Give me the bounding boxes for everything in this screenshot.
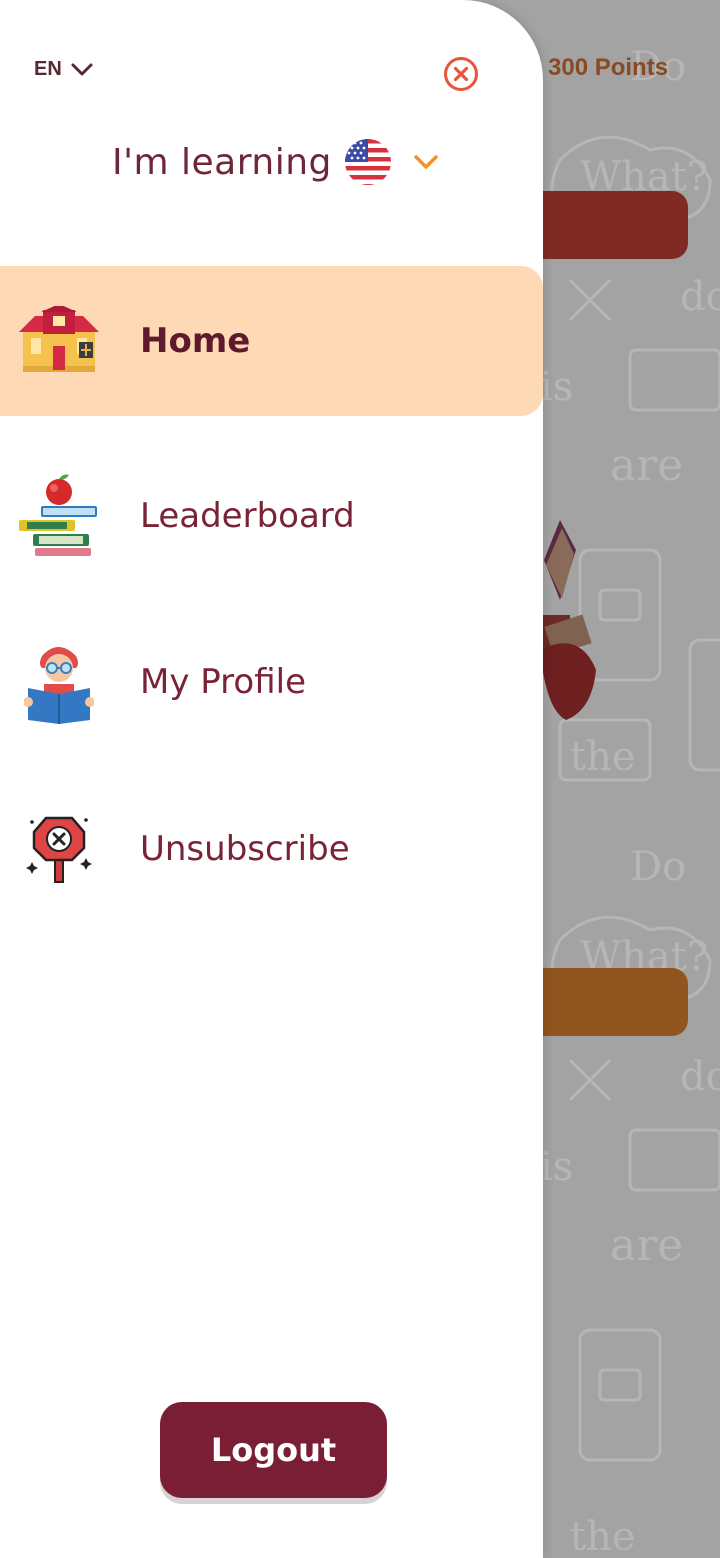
chevron-down-icon xyxy=(71,63,93,75)
points-label: 300 Points xyxy=(548,54,669,81)
learning-language-selector[interactable]: I'm learning xyxy=(112,138,440,186)
svg-text:the: the xyxy=(570,1514,636,1550)
menu-item-home[interactable]: Home xyxy=(0,266,543,416)
drawer-menu: Home Leaderboard My Profile Unsubscribe xyxy=(0,266,543,924)
language-selector[interactable]: EN xyxy=(34,58,94,81)
background-bar-top xyxy=(520,191,688,259)
svg-text:do: do xyxy=(680,1054,720,1100)
menu-item-my-profile[interactable]: My Profile xyxy=(0,607,543,757)
reader-avatar-icon xyxy=(16,639,102,725)
menu-item-label: My Profile xyxy=(140,662,306,702)
menu-item-label: Leaderboard xyxy=(140,496,355,536)
svg-text:the: the xyxy=(570,734,636,780)
language-code: EN xyxy=(34,58,62,80)
menu-item-unsubscribe[interactable]: Unsubscribe xyxy=(0,774,543,924)
svg-text:are: are xyxy=(610,1220,683,1271)
svg-text:are: are xyxy=(610,440,683,491)
svg-text:is: is xyxy=(540,1144,573,1190)
menu-item-leaderboard[interactable]: Leaderboard xyxy=(0,441,543,591)
learning-label: I'm learning xyxy=(112,141,332,183)
background-bar-middle xyxy=(520,968,688,1036)
navigation-drawer: EN I'm learning Home Leaderboard My Prof… xyxy=(0,0,543,1558)
us-flag-icon xyxy=(344,139,391,185)
svg-text:do: do xyxy=(680,274,720,320)
svg-text:Do: Do xyxy=(630,844,686,890)
stop-sign-icon xyxy=(16,806,102,892)
chevron-down-icon xyxy=(414,155,438,169)
school-building-icon xyxy=(16,298,102,384)
menu-item-label: Unsubscribe xyxy=(140,829,350,869)
menu-item-label: Home xyxy=(140,321,251,361)
close-icon[interactable] xyxy=(443,56,479,92)
svg-text:is: is xyxy=(540,364,573,410)
logout-button[interactable]: Logout xyxy=(160,1402,387,1498)
books-apple-icon xyxy=(16,473,102,559)
